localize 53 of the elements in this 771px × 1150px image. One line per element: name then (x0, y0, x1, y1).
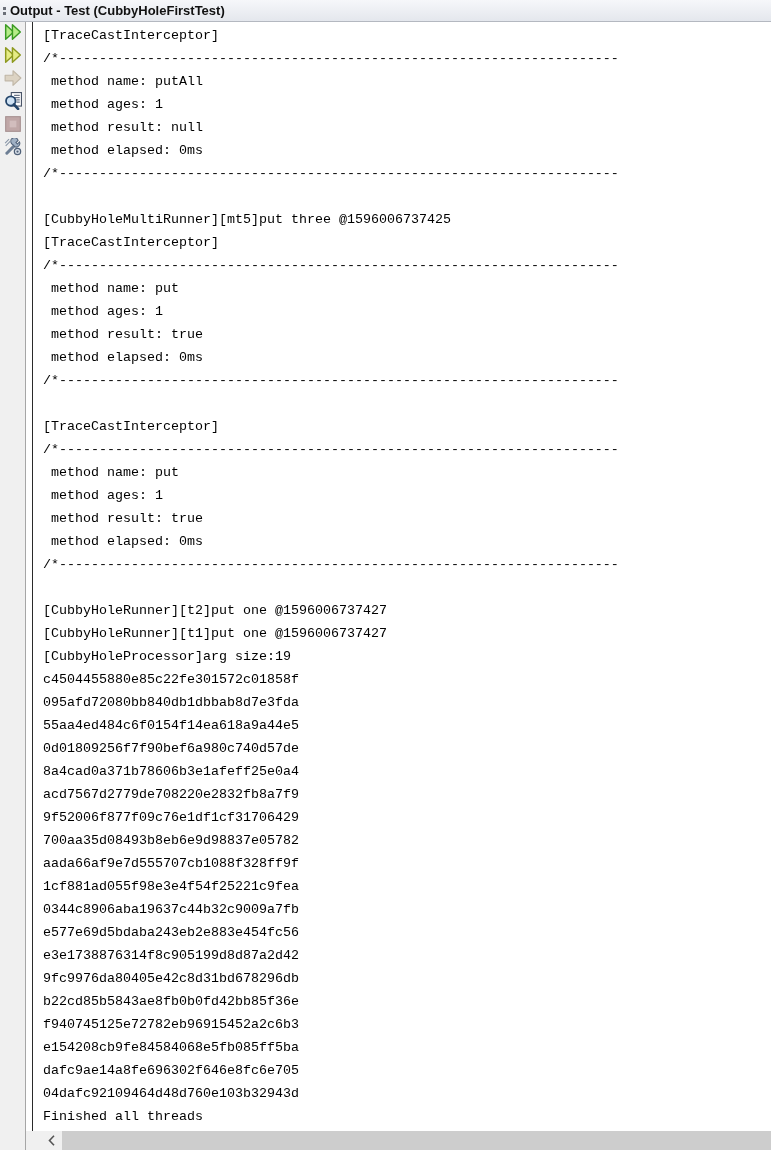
console-line: 8a4cad0a371b78606b3e1afeff25e0a4 (43, 763, 299, 781)
console-line: [CubbyHoleRunner][t2]put one @1596006737427 (43, 602, 387, 620)
console-line: method ages: 1 (50, 303, 163, 321)
console-line: method ages: 1 (50, 96, 163, 114)
console-line: e577e69d5bdaba243eb2e883e454fc56 (43, 924, 299, 942)
console-line: c4504455880e85c22fe301572c01858f (43, 671, 299, 689)
console-line: 095afd72080bb840db1dbbab8d7e3fda (43, 694, 299, 712)
console-line: [CubbyHoleProcessor]arg size:19 (43, 648, 291, 666)
console-line: acd7567d2779de708220e2832fb8a7f9 (43, 786, 299, 804)
console-line: /*---------------------------------------------------------------------- (43, 441, 619, 459)
console-line: method elapsed: 0ms (50, 533, 203, 551)
console-line: method elapsed: 0ms (50, 142, 203, 160)
double-arrow-icon[interactable] (3, 46, 22, 64)
console-line: f940745125e72782eb96915452a2c6b3 (43, 1016, 299, 1034)
console-line: Finished all threads (43, 1108, 203, 1126)
console-line: [TraceCastInterceptor] (43, 418, 219, 436)
magnifier-document-icon[interactable] (3, 92, 22, 110)
console-line: [CubbyHoleMultiRunner][mt5]put three @1596006737425 (43, 211, 451, 229)
console-line: /*---------------------------------------------------------------------- (43, 257, 619, 275)
console-line: 0d01809256f7f90bef6a980c740d57de (43, 740, 299, 758)
grip-icon[interactable] (3, 5, 6, 16)
console-line: e154208cb9fe84584068e5fb085ff5ba (43, 1039, 299, 1057)
console-line: b22cd85b5843ae8fb0b0fd42bb85f36e (43, 993, 299, 1011)
console-line: 9f52006f877f09c76e1df1cf31706429 (43, 809, 299, 827)
console-line: method ages: 1 (50, 487, 163, 505)
console-line: method name: putAll (50, 73, 203, 91)
console-line: /*---------------------------------------------------------------------- (43, 556, 619, 574)
scrollbar-thumb[interactable] (62, 1131, 771, 1150)
console-line: method name: put (50, 280, 179, 298)
console-line: 0344c8906aba19637c44b32c9009a7fb (43, 901, 299, 919)
console-line: aada66af9e7d555707cb1088f328ff9f (43, 855, 299, 873)
console-line: /*---------------------------------------------------------------------- (43, 50, 619, 68)
console-line: method name: put (50, 464, 179, 482)
console-line: /*---------------------------------------------------------------------- (43, 372, 619, 390)
console-line: 55aa4ed484c6f0154f14ea618a9a44e5 (43, 717, 299, 735)
chevron-left-icon[interactable] (48, 1135, 55, 1146)
console-line: method elapsed: 0ms (50, 349, 203, 367)
console-line: [TraceCastInterceptor] (43, 27, 219, 45)
console-line: [CubbyHoleRunner][t1]put one @1596006737427 (43, 625, 387, 643)
console-line: method result: null (50, 119, 203, 137)
console-line: dafc9ae14a8fe696302f646e8fc6e705 (43, 1062, 299, 1080)
window-title: Output - Test (CubbyHoleFirstTest) (10, 3, 225, 18)
console-line: e3e1738876314f8c905199d8d87a2d42 (43, 947, 299, 965)
console-line: method result: true (50, 326, 203, 344)
console-line: method result: true (50, 510, 203, 528)
wrench-icon[interactable] (3, 138, 22, 156)
double-arrow-icon[interactable] (3, 23, 22, 41)
console-line: [TraceCastInterceptor] (43, 234, 219, 252)
console-line: 04dafc92109464d48d760e103b32943d (43, 1085, 299, 1103)
console-line: 1cf881ad055f98e3e4f54f25221c9fea (43, 878, 299, 896)
console-line: 9fc9976da80405e42c8d31bd678296db (43, 970, 299, 988)
console-line: 700aa35d08493b8eb6e9d98837e05782 (43, 832, 299, 850)
console-line: /*---------------------------------------------------------------------- (43, 165, 619, 183)
